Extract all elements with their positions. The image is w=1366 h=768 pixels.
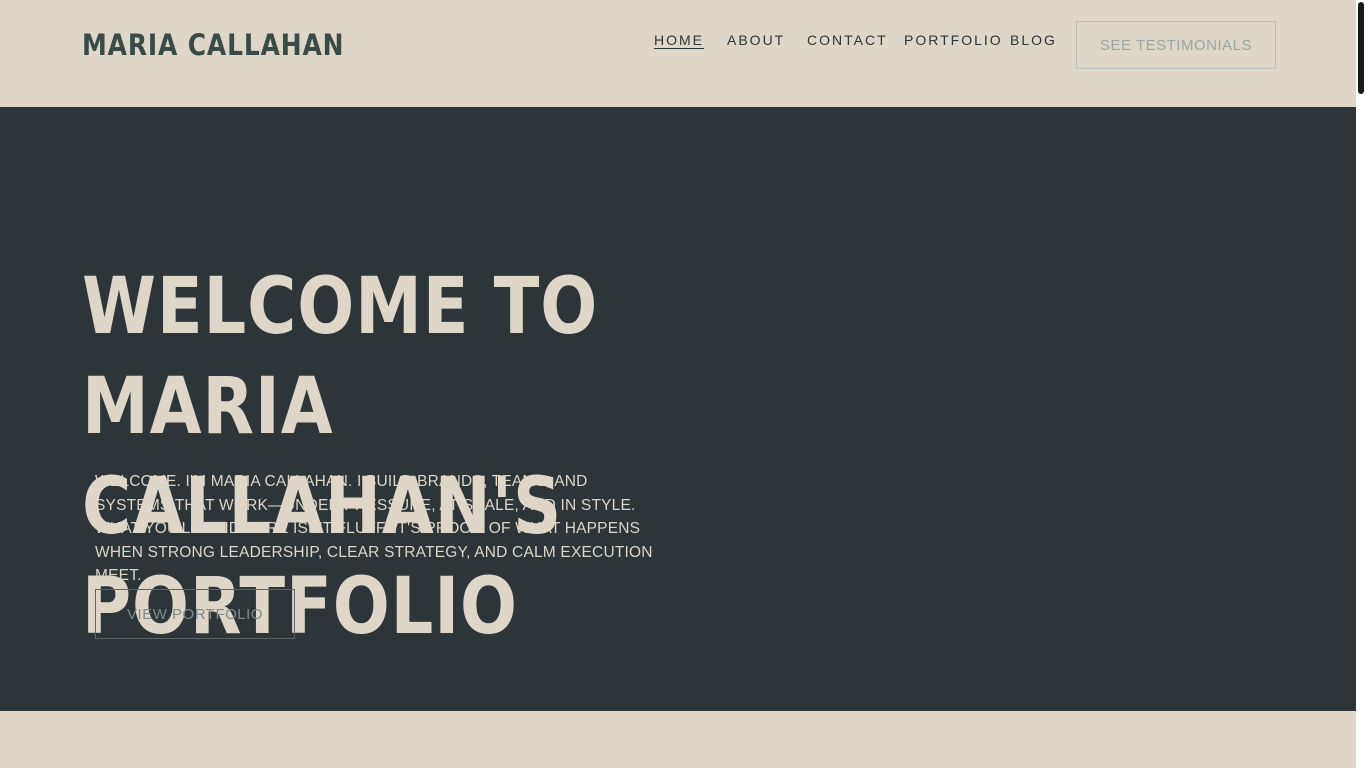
hero-intro-text: Welcome. I'm Maria Callahan. I build bra… [95,473,653,584]
next-section [0,711,1356,768]
view-portfolio-button[interactable]: VIEW PORTFOLIO [95,589,295,639]
nav-item-blog[interactable]: BLOG [1010,32,1057,48]
nav-item-portfolio[interactable]: PORTFOLIO [904,32,1003,48]
page: MARIA CALLAHAN HOME ABOUT CONTACT PORTFO… [0,0,1366,768]
hero-section: WELCOME TO MARIA CALLAHAN'S PORTFOLIO We… [0,107,1356,711]
nav-item-home[interactable]: HOME [654,32,704,48]
scrollbar-thumb[interactable] [1358,2,1364,94]
see-testimonials-button[interactable]: SEE TESTIMONIALS [1076,21,1276,69]
nav-item-about[interactable]: ABOUT [727,32,785,48]
scrollbar[interactable] [1356,0,1366,768]
site-header: MARIA CALLAHAN HOME ABOUT CONTACT PORTFO… [0,0,1356,107]
main-nav: HOME ABOUT CONTACT PORTFOLIO BLOG [0,32,1100,52]
nav-item-contact[interactable]: CONTACT [807,32,888,48]
